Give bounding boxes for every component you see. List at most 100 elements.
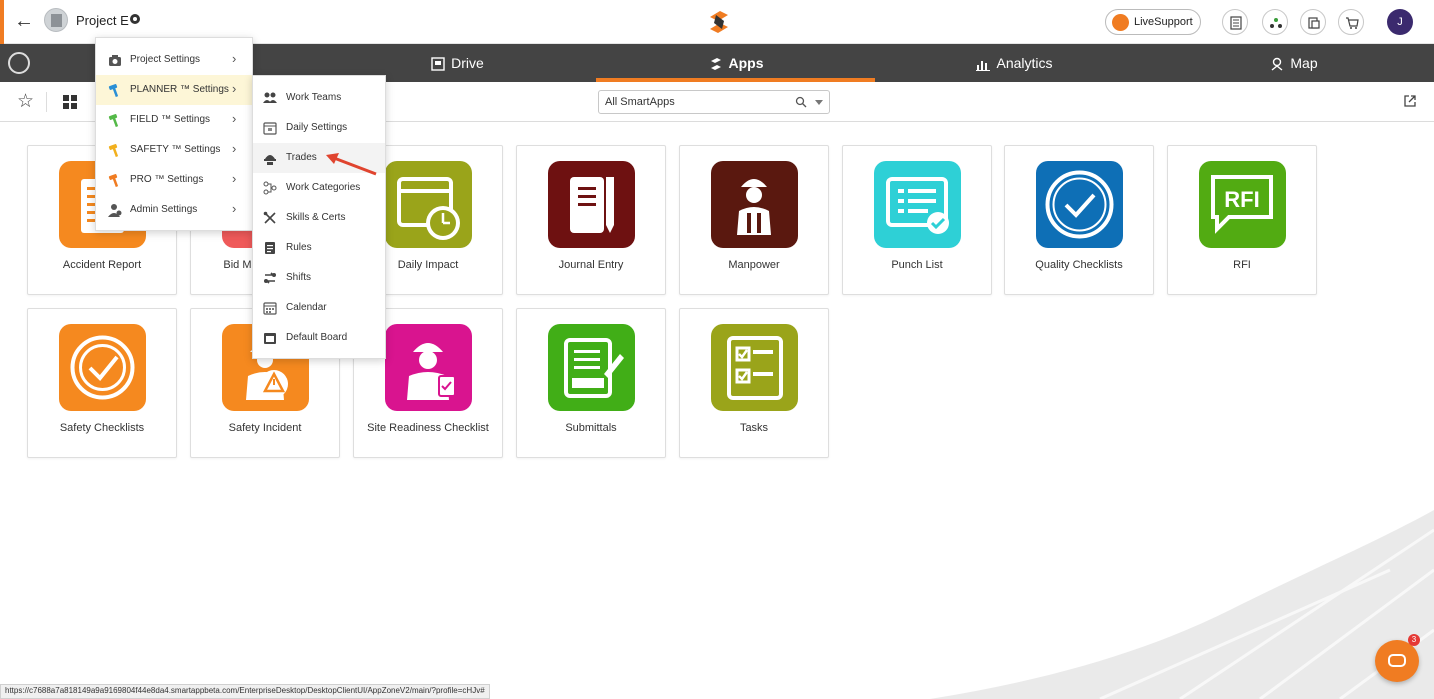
- planner-submenu-item[interactable]: Work Teams: [253, 83, 385, 113]
- safety-hammer-icon: [108, 143, 122, 158]
- project-building-icon[interactable]: [44, 8, 68, 32]
- tasks-icon: [711, 324, 798, 411]
- planner-submenu-item[interactable]: Default Board: [253, 323, 385, 353]
- app-label: Quality Checklists: [1035, 259, 1123, 271]
- connections-button[interactable]: [1262, 9, 1288, 35]
- planner-submenu-item[interactable]: Calendar: [253, 293, 385, 323]
- documents-button[interactable]: [1300, 9, 1326, 35]
- planner-submenu-item[interactable]: Rules: [253, 233, 385, 263]
- camera-icon: [108, 53, 122, 67]
- smartapps-filter-value: All SmartApps: [605, 96, 675, 108]
- planner-submenu-label: Rules: [286, 242, 312, 253]
- tab-apps-label: Apps: [728, 55, 764, 71]
- settings-menu-label: PRO ™ Settings: [130, 174, 204, 185]
- accent-stripe: [0, 0, 4, 44]
- chat-button[interactable]: [1375, 640, 1419, 682]
- app-card[interactable]: Submittals: [516, 308, 666, 458]
- planner-submenu-item[interactable]: Shifts: [253, 263, 385, 293]
- worker-icon: [711, 161, 798, 248]
- home-icon[interactable]: [8, 52, 30, 74]
- settings-menu-label: PLANNER ™ Settings: [130, 84, 229, 95]
- planner-submenu-label: Default Board: [286, 332, 348, 343]
- notes-icon: [1230, 16, 1242, 30]
- livesupport-icon: [1112, 14, 1129, 31]
- badge-check-icon: [59, 324, 146, 411]
- notes-button[interactable]: [1222, 9, 1248, 35]
- hardhat-icon: [263, 151, 277, 165]
- app-card[interactable]: Quality Checklists: [1004, 145, 1154, 295]
- app-card[interactable]: Tasks: [679, 308, 829, 458]
- toolbar-divider: [46, 92, 47, 112]
- livesupport-button[interactable]: LiveSupport: [1105, 9, 1201, 35]
- chevron-down-icon[interactable]: [815, 100, 823, 105]
- app-label: Accident Report: [62, 259, 142, 271]
- user-avatar[interactable]: J: [1387, 9, 1413, 35]
- favorite-star-icon[interactable]: ☆: [17, 92, 34, 112]
- tab-analytics[interactable]: Analytics: [875, 44, 1154, 82]
- background-decoration: [930, 510, 1434, 699]
- calendar-icon: [263, 301, 277, 315]
- calendar-day-icon: [263, 121, 277, 135]
- settings-menu-label: FIELD ™ Settings: [130, 114, 211, 125]
- journal-icon: [548, 161, 635, 248]
- smartapps-filter-select[interactable]: All SmartApps: [598, 90, 830, 114]
- chat-bubble-icon: [1388, 654, 1406, 667]
- tab-map[interactable]: Map: [1154, 44, 1434, 82]
- field-hammer-icon: [108, 113, 122, 128]
- app-label: Punch List: [891, 259, 943, 271]
- svg-text:RFI: RFI: [1224, 187, 1259, 212]
- app-card[interactable]: Punch List: [842, 145, 992, 295]
- chevron-right-icon: ›: [232, 51, 237, 66]
- tab-apps[interactable]: Apps: [597, 44, 875, 82]
- rules-doc-icon: [263, 241, 277, 255]
- project-dropdown-icon[interactable]: [130, 14, 140, 24]
- app-label: Site Readiness Checklist: [367, 422, 489, 434]
- annotation-arrow: [326, 153, 377, 176]
- chevron-right-icon: ›: [232, 171, 237, 186]
- shift-icon: [263, 271, 277, 285]
- drive-icon: [431, 57, 445, 71]
- planner-submenu-label: Work Teams: [286, 92, 342, 103]
- settings-menu-item[interactable]: FIELD ™ Settings ›: [96, 105, 252, 135]
- submittal-icon: [548, 324, 635, 411]
- grid-view-icon[interactable]: [63, 95, 77, 109]
- documents-icon: [1308, 17, 1320, 29]
- chevron-right-icon: ›: [232, 201, 237, 216]
- app-label: Submittals: [565, 422, 617, 434]
- app-card[interactable]: Journal Entry: [516, 145, 666, 295]
- planner-submenu-item[interactable]: Daily Settings: [253, 113, 385, 143]
- chevron-right-icon: ›: [232, 81, 237, 96]
- settings-menu-item[interactable]: Admin Settings ›: [96, 195, 252, 225]
- external-link-icon[interactable]: [1403, 94, 1417, 108]
- categories-icon: [263, 181, 277, 195]
- settings-menu-label: SAFETY ™ Settings: [130, 144, 221, 155]
- app-card[interactable]: Manpower: [679, 145, 829, 295]
- settings-menu-item[interactable]: PRO ™ Settings ›: [96, 165, 252, 195]
- pro-hammer-icon: [108, 173, 122, 188]
- cart-button[interactable]: [1338, 9, 1364, 35]
- planner-submenu-item[interactable]: Skills & Certs: [253, 203, 385, 233]
- cart-icon: [1346, 17, 1359, 29]
- tools-icon: [263, 211, 277, 225]
- people-icon: [263, 91, 277, 105]
- settings-menu: Project Settings › PLANNER ™ Settings › FIEL…: [95, 37, 253, 231]
- quality-check-icon: [1036, 161, 1123, 248]
- connections-icon: [1270, 18, 1282, 28]
- chevron-right-icon: ›: [232, 111, 237, 126]
- settings-menu-item[interactable]: PLANNER ™ Settings ›: [96, 75, 252, 105]
- status-bar-url: https://c7688a7a818149a9a9169804f44e8da4…: [0, 684, 490, 699]
- punch-list-icon: [874, 161, 961, 248]
- settings-menu-item[interactable]: SAFETY ™ Settings ›: [96, 135, 252, 165]
- app-card[interactable]: RFI RFI: [1167, 145, 1317, 295]
- back-arrow-icon[interactable]: ←: [14, 10, 34, 32]
- map-icon: [1271, 58, 1283, 71]
- project-name[interactable]: Project E: [76, 13, 129, 28]
- planner-settings-submenu: Work Teams Daily Settings Trades Work Categ…: [252, 75, 386, 359]
- planner-submenu-label: Shifts: [286, 272, 312, 283]
- planner-hammer-icon: [108, 83, 122, 98]
- search-icon[interactable]: [795, 96, 807, 108]
- tab-drive-label: Drive: [451, 55, 484, 71]
- chat-badge: 3: [1408, 634, 1420, 646]
- app-card[interactable]: Safety Checklists: [27, 308, 177, 458]
- settings-menu-item[interactable]: Project Settings ›: [96, 45, 252, 75]
